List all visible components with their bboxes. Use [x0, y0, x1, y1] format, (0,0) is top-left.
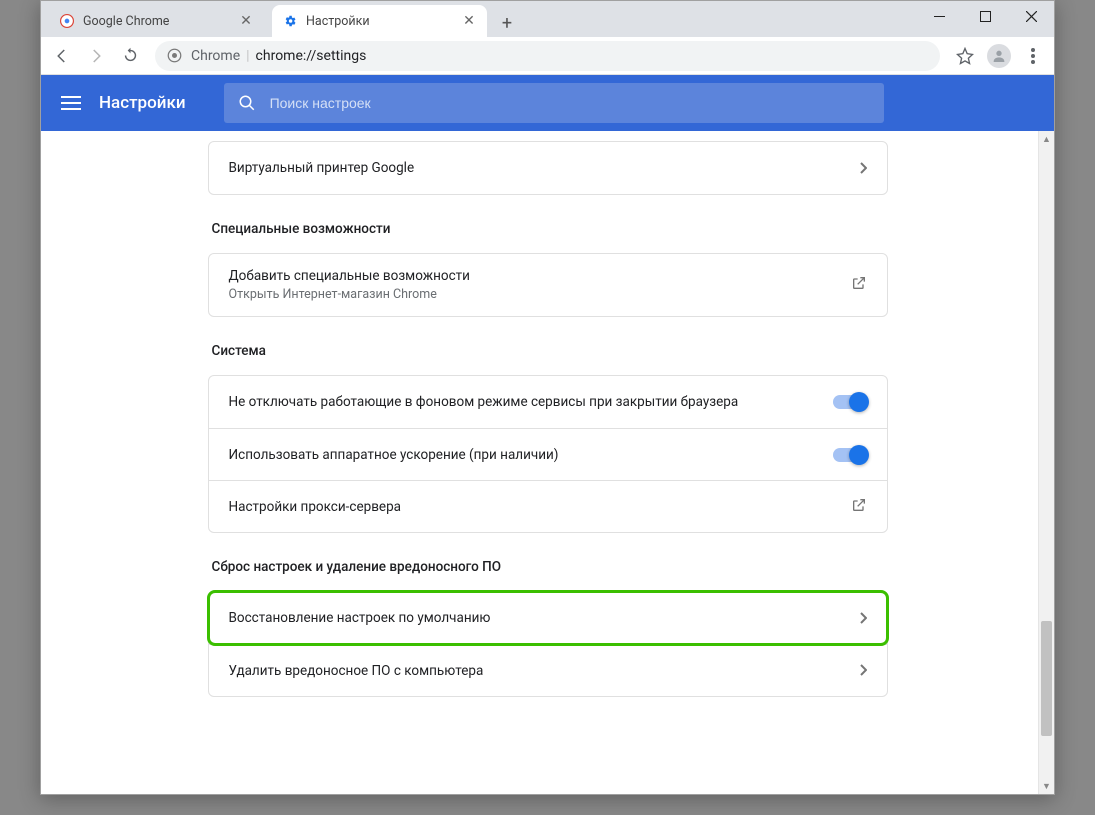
- back-button[interactable]: [47, 41, 77, 71]
- row-add-accessibility[interactable]: Добавить специальные возможности Открыть…: [209, 254, 887, 316]
- settings-header: Настройки: [41, 75, 1054, 131]
- reload-button[interactable]: [115, 41, 145, 71]
- settings-search[interactable]: [224, 83, 884, 123]
- minimize-button[interactable]: [916, 1, 962, 31]
- vertical-scrollbar[interactable]: ▲ ▼: [1038, 131, 1054, 794]
- row-hardware-accel[interactable]: Использовать аппаратное ускорение (при н…: [209, 428, 887, 480]
- gear-favicon: [282, 13, 298, 29]
- section-reset-title: Сброс настроек и удаление вредоносного П…: [212, 559, 888, 575]
- tab-title: Настройки: [306, 14, 461, 29]
- search-icon: [238, 94, 256, 112]
- forward-button[interactable]: [81, 41, 111, 71]
- browser-window: Google Chrome ✕ Настройки ✕ +: [40, 0, 1055, 795]
- card-accessibility: Добавить специальные возможности Открыть…: [208, 253, 888, 317]
- row-restore-defaults[interactable]: Восстановление настроек по умолчанию: [209, 592, 887, 644]
- address-bar[interactable]: Chrome | chrome://settings: [155, 41, 940, 71]
- row-google-cloud-print[interactable]: Виртуальный принтер Google: [209, 142, 887, 194]
- card-system: Не отключать работающие в фоновом режиме…: [208, 375, 888, 533]
- row-cleanup-computer[interactable]: Удалить вредоносное ПО с компьютера: [209, 644, 887, 696]
- menu-icon[interactable]: [61, 92, 81, 114]
- close-icon[interactable]: ✕: [461, 13, 477, 29]
- chrome-icon: [167, 48, 183, 64]
- external-link-icon: [851, 275, 867, 295]
- menu-button[interactable]: [1018, 41, 1048, 71]
- url-path: chrome://settings: [256, 48, 367, 64]
- new-tab-button[interactable]: +: [493, 9, 521, 37]
- toggle-hardware-accel[interactable]: [833, 448, 867, 462]
- section-accessibility-title: Специальные возможности: [212, 221, 888, 237]
- browser-toolbar: Chrome | chrome://settings: [41, 37, 1054, 75]
- tab-title: Google Chrome: [83, 14, 238, 29]
- card-reset: Восстановление настроек по умолчанию Уда…: [208, 591, 888, 697]
- search-input[interactable]: [270, 95, 870, 111]
- page-title: Настройки: [99, 93, 186, 113]
- chevron-right-icon: [859, 661, 867, 680]
- profile-avatar[interactable]: [984, 41, 1014, 71]
- scroll-thumb[interactable]: [1041, 621, 1052, 736]
- scroll-up-icon[interactable]: ▲: [1039, 131, 1054, 147]
- url-host: Chrome: [191, 48, 240, 64]
- tab-google-chrome[interactable]: Google Chrome ✕: [49, 5, 264, 37]
- scroll-down-icon[interactable]: ▼: [1039, 778, 1054, 794]
- card-printer: Виртуальный принтер Google: [208, 141, 888, 195]
- chevron-right-icon: [859, 609, 867, 628]
- bookmark-star-icon[interactable]: [950, 41, 980, 71]
- maximize-button[interactable]: [962, 1, 1008, 31]
- tab-settings[interactable]: Настройки ✕: [272, 5, 487, 37]
- close-window-button[interactable]: [1008, 1, 1054, 31]
- window-controls: [916, 1, 1054, 31]
- external-link-icon: [851, 497, 867, 517]
- settings-content: Виртуальный принтер Google Специальные в…: [41, 131, 1054, 794]
- row-proxy-settings[interactable]: Настройки прокси-сервера: [209, 480, 887, 532]
- chevron-right-icon: [859, 159, 867, 178]
- chrome-favicon: [59, 13, 75, 29]
- row-background-apps[interactable]: Не отключать работающие в фоновом режиме…: [209, 376, 887, 428]
- tab-strip: Google Chrome ✕ Настройки ✕ +: [41, 1, 1054, 37]
- section-system-title: Система: [212, 343, 888, 359]
- toggle-background-apps[interactable]: [833, 395, 867, 409]
- close-icon[interactable]: ✕: [238, 13, 254, 29]
